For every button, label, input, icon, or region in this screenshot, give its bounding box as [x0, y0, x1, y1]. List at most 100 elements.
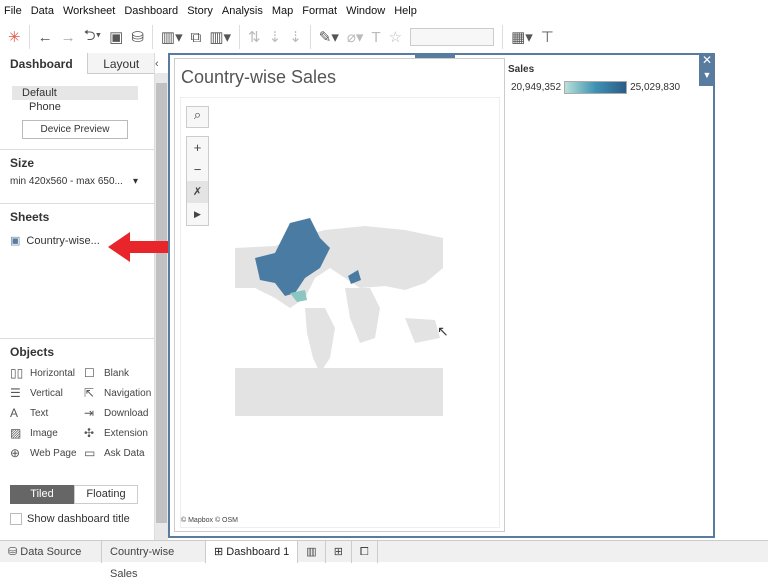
text-icon[interactable]: T	[371, 29, 380, 46]
menu-data[interactable]: Data	[31, 5, 54, 17]
sheets-heading: Sheets	[10, 210, 50, 224]
presentation-icon[interactable]: ⊤	[541, 28, 554, 46]
sheet-item-label: Country-wise...	[26, 234, 100, 247]
color-legend[interactable]: 20,949,352 25,029,830	[511, 81, 680, 94]
menu-bar: File Data Worksheet Dashboard Story Anal…	[0, 0, 768, 21]
clear-sheet-icon[interactable]: ▥▾	[209, 28, 231, 46]
size-dropdown[interactable]: min 420x560 - max 650... ▾	[10, 176, 144, 187]
horizontal-icon: ▯▯	[10, 366, 24, 380]
image-icon: ▨	[10, 426, 22, 440]
reset-map-icon[interactable]: ✗	[187, 181, 208, 203]
extension-icon: ✣	[84, 426, 95, 440]
sheet-title: Country-wise Sales	[181, 67, 337, 87]
menu-file[interactable]: File	[4, 5, 22, 17]
tab-data-source[interactable]: ⛁ Data Source	[0, 540, 102, 563]
object-ask-data[interactable]: ▭ Ask Data	[84, 443, 158, 463]
collapse-icon[interactable]: ‹	[155, 58, 159, 70]
show-title-checkbox[interactable]	[10, 513, 22, 525]
redo-loop-icon[interactable]: ⮌▾	[84, 25, 102, 50]
show-me-icon[interactable]: ▦▾	[511, 28, 533, 46]
device-default[interactable]: Default	[12, 86, 138, 100]
floating-toggle[interactable]: Floating	[74, 485, 138, 504]
duplicate-icon[interactable]: ⧉	[191, 29, 202, 46]
save-icon[interactable]: ▣	[109, 28, 123, 46]
tab-layout[interactable]: Layout	[87, 53, 154, 74]
menu-map[interactable]: Map	[272, 5, 293, 17]
new-story-tab-icon[interactable]: ⧠	[352, 540, 378, 563]
container-controls[interactable]: ✕ ▼	[699, 53, 715, 86]
tab-dashboard[interactable]: Dashboard	[0, 53, 87, 74]
back-icon[interactable]: ←	[38, 29, 53, 46]
new-worksheet-icon[interactable]: ▥▾	[161, 28, 183, 46]
fit-dropdown[interactable]	[410, 28, 495, 46]
sort-asc-icon[interactable]: ⇣	[269, 28, 282, 46]
search-icon: ⌕	[193, 107, 202, 122]
new-datasource-icon[interactable]: ⛁	[131, 28, 144, 46]
tab-country-wise-sales[interactable]: Country-wise Sales	[102, 540, 206, 580]
text-icon: A	[10, 406, 19, 420]
blank-icon: ☐	[84, 366, 95, 380]
ask-data-icon: ▭	[84, 446, 96, 460]
zoom-in-button[interactable]: +	[187, 137, 208, 159]
menu-format[interactable]: Format	[302, 5, 337, 17]
new-dashboard-tab-icon[interactable]: ⊞	[326, 540, 352, 563]
object-web-page[interactable]: ⊕ Web Page	[10, 443, 84, 463]
object-navigation[interactable]: ⇱ Navigation	[84, 383, 158, 403]
zoom-out-button[interactable]: −	[187, 159, 208, 181]
pin-icon[interactable]: ☆	[389, 28, 402, 46]
tab-dashboard-1[interactable]: ⊞ Dashboard 1	[206, 540, 299, 563]
object-text[interactable]: A Text	[10, 403, 84, 423]
more-options-icon[interactable]: ▼	[699, 68, 715, 83]
device-preview-button[interactable]: Device Preview	[22, 120, 128, 139]
sort-desc-icon[interactable]: ⇣	[289, 28, 302, 46]
legend-gradient	[564, 81, 628, 94]
vertical-icon: ☰	[10, 386, 21, 400]
globe-icon: ⊕	[10, 446, 21, 460]
toolbar: ✳ ← → ⮌▾ ▣ ⛁ ▥▾ ⧉ ▥▾ ⇅ ⇣ ⇣ ✎▾ ⌀▾ T ☆ ▦▾ …	[0, 21, 768, 53]
download-icon: ⇥	[84, 406, 95, 420]
dashboard-icon: ⊞	[214, 545, 227, 558]
legend-max: 25,029,830	[630, 82, 681, 93]
tableau-logo-icon: ✳	[8, 29, 21, 46]
sheet-icon: ▣	[10, 235, 21, 247]
object-vertical[interactable]: ☰ Vertical	[10, 383, 84, 403]
database-icon: ⛁	[8, 545, 21, 558]
object-image[interactable]: ▨ Image	[10, 423, 84, 443]
mouse-cursor-icon: ↖	[437, 323, 449, 339]
menu-worksheet[interactable]: Worksheet	[63, 5, 115, 17]
map-attribution: © Mapbox © OSM	[181, 517, 238, 524]
dashboard-pane: Dashboard Layout Default Phone Device Pr…	[0, 53, 155, 540]
left-pane-scrollbar[interactable]	[155, 73, 168, 540]
size-value: min 420x560 - max 650...	[10, 176, 123, 187]
legend-title: Sales	[508, 64, 535, 75]
size-heading: Size	[10, 156, 35, 170]
object-blank[interactable]: ☐ Blank	[84, 363, 158, 383]
object-horizontal[interactable]: ▯▯ Horizontal	[10, 363, 84, 383]
sheet-tab-bar: ⛁ Data Source Country-wise Sales ⊞ Dashb…	[0, 540, 768, 580]
navigation-icon: ⇱	[84, 386, 95, 400]
search-map-button[interactable]: ⌕	[186, 106, 209, 128]
attach-icon[interactable]: ⌀▾	[347, 28, 364, 46]
menu-analysis[interactable]: Analysis	[222, 5, 263, 17]
legend-min: 20,949,352	[511, 82, 562, 93]
device-phone[interactable]: Phone	[29, 101, 154, 113]
chevron-down-icon: ▾	[132, 176, 138, 187]
object-extension[interactable]: ✣ Extension	[84, 423, 158, 443]
world-map	[235, 208, 443, 416]
menu-help[interactable]: Help	[394, 5, 417, 17]
menu-story[interactable]: Story	[187, 5, 213, 17]
swap-icon[interactable]: ⇅	[248, 28, 261, 46]
object-download[interactable]: ⇥ Download	[84, 403, 158, 423]
tiled-toggle[interactable]: Tiled	[10, 485, 74, 504]
show-title-label: Show dashboard title	[27, 513, 130, 525]
objects-heading: Objects	[10, 345, 55, 359]
forward-icon[interactable]: →	[61, 29, 76, 46]
new-worksheet-tab-icon[interactable]: ▥	[298, 540, 326, 563]
highlight-icon[interactable]: ✎▾	[319, 28, 339, 46]
map-toolbar: + − ✗ ▶	[186, 136, 209, 226]
expand-toolbar-icon[interactable]: ▶	[187, 203, 208, 225]
menu-window[interactable]: Window	[346, 5, 385, 17]
close-icon[interactable]: ✕	[699, 53, 715, 68]
red-arrow-annotation	[108, 232, 174, 262]
menu-dashboard[interactable]: Dashboard	[124, 5, 178, 17]
